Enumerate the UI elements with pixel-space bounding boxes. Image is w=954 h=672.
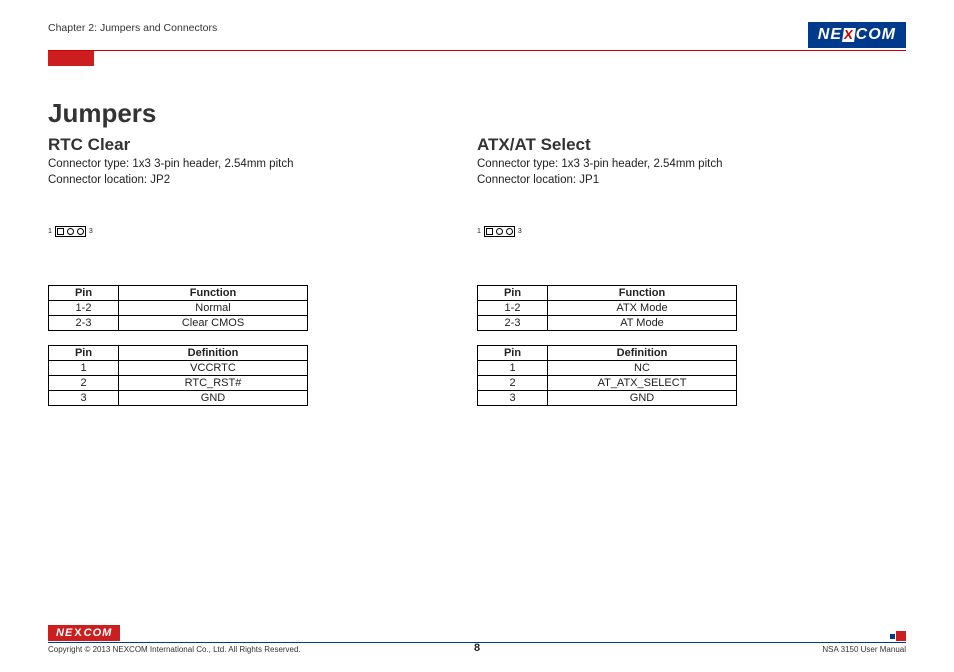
footer-deco-icon bbox=[890, 631, 906, 641]
table-row: Pin Definition bbox=[478, 346, 737, 361]
pin-3-circle-icon bbox=[506, 228, 513, 235]
table-row: 2 AT_ATX_SELECT bbox=[478, 376, 737, 391]
table-row: Pin Function bbox=[478, 286, 737, 301]
table-row: 2 RTC_RST# bbox=[49, 376, 308, 391]
function-table-rtc: Pin Function 1-2 Normal 2-3 Clear CMOS bbox=[48, 285, 308, 331]
table-row: 1-2 Normal bbox=[49, 301, 308, 316]
table-row: Pin Function bbox=[49, 286, 308, 301]
logo-post: COM bbox=[856, 26, 896, 44]
table-row: Pin Definition bbox=[49, 346, 308, 361]
pin-2-circle-icon bbox=[496, 228, 503, 235]
jumper-diagram-rtc: 1 3 bbox=[48, 226, 477, 237]
pin-label-left: 1 bbox=[48, 228, 52, 235]
page-title: Jumpers bbox=[48, 98, 906, 129]
pin-1-square-icon bbox=[57, 228, 64, 235]
brand-logo: NE X COM bbox=[808, 22, 906, 48]
table-row: 1 VCCRTC bbox=[49, 361, 308, 376]
pin-3-circle-icon bbox=[77, 228, 84, 235]
table-row: 3 GND bbox=[478, 391, 737, 406]
pin-2-circle-icon bbox=[67, 228, 74, 235]
logo-x-icon: X bbox=[842, 28, 856, 42]
jumper-diagram-atx: 1 3 bbox=[477, 226, 906, 237]
accent-bar bbox=[48, 51, 94, 66]
logo-pre: NE bbox=[818, 26, 842, 44]
table-row: 1 NC bbox=[478, 361, 737, 376]
table-row: 3 GND bbox=[49, 391, 308, 406]
function-table-atx: Pin Function 1-2 ATX Mode 2-3 AT Mode bbox=[477, 285, 737, 331]
page-number: 8 bbox=[0, 642, 954, 654]
section-title-rtc: RTC Clear bbox=[48, 135, 477, 155]
table-row: 2-3 Clear CMOS bbox=[49, 316, 308, 331]
chapter-label: Chapter 2: Jumpers and Connectors bbox=[48, 22, 217, 34]
table-row: 1-2 ATX Mode bbox=[478, 301, 737, 316]
pin-1-square-icon bbox=[486, 228, 493, 235]
section-desc-rtc: Connector type: 1x3 3-pin header, 2.54mm… bbox=[48, 157, 477, 188]
footer-brand-logo: NEXCOM bbox=[48, 625, 120, 641]
table-row: 2-3 AT Mode bbox=[478, 316, 737, 331]
jumper-header-icon bbox=[484, 226, 515, 237]
section-desc-atx: Connector type: 1x3 3-pin header, 2.54mm… bbox=[477, 157, 906, 188]
definition-table-atx: Pin Definition 1 NC 2 AT_ATX_SELECT 3 GN… bbox=[477, 345, 737, 406]
pin-label-left: 1 bbox=[477, 228, 481, 235]
pin-label-right: 3 bbox=[89, 228, 93, 235]
pin-label-right: 3 bbox=[518, 228, 522, 235]
jumper-header-icon bbox=[55, 226, 86, 237]
section-title-atx: ATX/AT Select bbox=[477, 135, 906, 155]
definition-table-rtc: Pin Definition 1 VCCRTC 2 RTC_RST# 3 GND bbox=[48, 345, 308, 406]
